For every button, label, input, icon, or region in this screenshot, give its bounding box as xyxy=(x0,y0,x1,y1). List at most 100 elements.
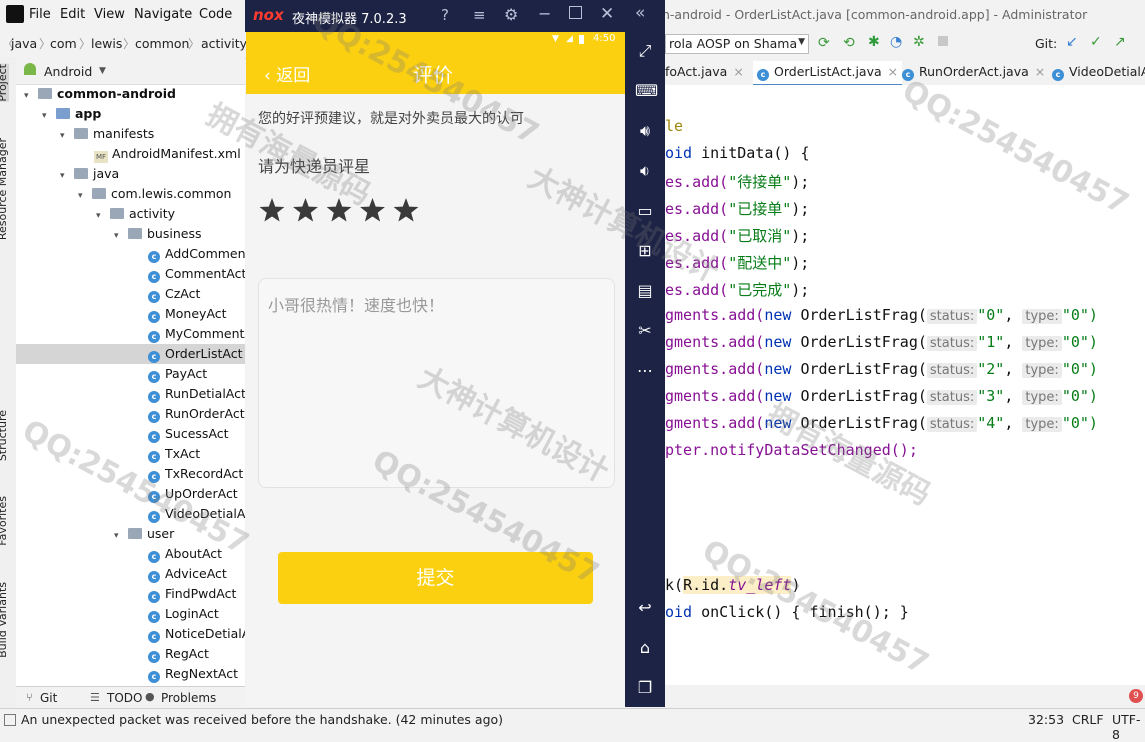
scissors-icon[interactable]: ✂ xyxy=(635,321,655,341)
menu-icon[interactable]: ≡ xyxy=(473,6,486,24)
star-rating[interactable] xyxy=(258,196,428,229)
tree-class[interactable]: c AddComment xyxy=(148,244,245,264)
volume-up-icon[interactable]: 🔊︎ xyxy=(635,121,655,141)
apk-install-icon[interactable]: ⊞ xyxy=(635,241,655,261)
star-icon[interactable] xyxy=(326,198,352,222)
profile-icon[interactable]: ◔ xyxy=(890,34,902,50)
back-nav-icon[interactable]: ↩ xyxy=(635,598,655,618)
star-icon[interactable] xyxy=(393,198,419,222)
breadcrumb-com[interactable]: com xyxy=(50,36,77,51)
tree-manifest-file[interactable]: MF AndroidManifest.xml xyxy=(94,144,241,164)
refresh-icon[interactable]: ⟳ xyxy=(818,35,830,51)
status-message[interactable]: An unexpected packet was received before… xyxy=(21,712,503,727)
tree-package[interactable]: ▾ com.lewis.common xyxy=(78,184,231,204)
tree-class[interactable]: c CzAct xyxy=(148,284,200,304)
tree-java[interactable]: ▾ java xyxy=(60,164,119,184)
breadcrumb-activity[interactable]: activity xyxy=(201,36,247,51)
tree-class[interactable]: c NoticeDetialA xyxy=(148,624,245,644)
close-icon[interactable]: × xyxy=(1035,64,1045,79)
tree-class[interactable]: c CommentAct xyxy=(148,264,245,284)
line-ending[interactable]: CRLF xyxy=(1072,712,1104,727)
tree-class[interactable]: c RunOrderAct xyxy=(148,404,245,424)
back-button[interactable]: ‹ 返回 xyxy=(264,61,310,86)
status-toggle-icon[interactable] xyxy=(4,714,16,726)
minimize-icon[interactable]: − xyxy=(538,4,551,23)
fullscreen-icon[interactable]: ⤢ xyxy=(635,41,655,61)
tree-class[interactable]: c RegAct xyxy=(148,644,209,664)
tool-tab-project[interactable]: Project xyxy=(0,64,9,102)
star-icon[interactable] xyxy=(360,198,385,222)
expand-icon[interactable]: ▾ xyxy=(42,106,52,126)
device-selector[interactable]: rola AOSP on Shama ▼ xyxy=(665,34,809,54)
menu-edit[interactable]: Edit xyxy=(60,7,85,22)
tab-orderlistact[interactable]: c OrderListAct.java × xyxy=(753,61,903,86)
rerun-icon[interactable]: ⟲ xyxy=(843,35,855,51)
tree-class[interactable]: c MoneyAct xyxy=(148,304,227,324)
tree-activity[interactable]: ▾ activity xyxy=(96,204,175,224)
tree-class[interactable]: c FindPwdAct xyxy=(148,584,236,604)
tree-app[interactable]: ▾ app xyxy=(42,104,101,124)
maximize-icon[interactable] xyxy=(569,6,582,19)
notification-badge[interactable]: 9 xyxy=(1129,689,1143,703)
tree-class[interactable]: c RunDetialAct xyxy=(148,384,245,404)
expand-icon[interactable]: ▾ xyxy=(78,186,88,206)
tool-tab-favorites[interactable]: Favorites xyxy=(0,496,9,546)
menu-file[interactable]: File xyxy=(29,7,51,22)
tab-runorderact[interactable]: c RunOrderAct.java × xyxy=(902,64,1045,81)
close-icon[interactable]: × xyxy=(733,64,743,79)
tool-git[interactable]: Git xyxy=(40,691,57,705)
volume-down-icon[interactable]: 🔉︎ xyxy=(635,161,655,181)
debug-icon[interactable]: ✱ xyxy=(868,34,880,50)
tree-class[interactable]: c MyCommentA xyxy=(148,324,245,344)
help-icon[interactable]: ? xyxy=(441,6,449,24)
breadcrumb-lewis[interactable]: lewis xyxy=(91,36,122,51)
recent-apps-icon[interactable]: ❐ xyxy=(635,678,655,698)
breadcrumb-common[interactable]: common xyxy=(135,36,189,51)
tree-class[interactable]: c PayAct xyxy=(148,364,207,384)
star-icon[interactable] xyxy=(259,198,285,222)
menu-navigate[interactable]: Navigate xyxy=(134,7,192,22)
tab-videodetialact[interactable]: c VideoDetialA xyxy=(1052,64,1145,81)
more-icon[interactable]: ⋯ xyxy=(635,361,655,381)
tool-problems[interactable]: Problems xyxy=(161,691,216,705)
tool-tab-build-variants[interactable]: Build Variants xyxy=(0,582,9,658)
comment-input[interactable]: 小哥很热情！速度也快！ xyxy=(258,278,615,488)
collapse-sidebar-icon[interactable]: « xyxy=(635,3,645,23)
tree-class[interactable]: c TxAct xyxy=(148,444,200,464)
expand-icon[interactable]: ▾ xyxy=(114,526,124,546)
tree-class[interactable]: c VideoDetialA xyxy=(148,504,245,524)
tree-business[interactable]: ▾ business xyxy=(114,224,201,244)
tree-class[interactable]: c AboutAct xyxy=(148,544,222,564)
project-view-selector[interactable]: Android xyxy=(44,64,92,79)
menu-view[interactable]: View xyxy=(94,7,125,22)
tree-class[interactable]: c SucessAct xyxy=(148,424,229,444)
tree-class[interactable]: c RegNextAct xyxy=(148,664,238,684)
git-commit-icon[interactable]: ✓ xyxy=(1090,34,1102,50)
expand-icon[interactable]: ▾ xyxy=(24,86,34,106)
git-update-icon[interactable]: ↙ xyxy=(1066,34,1078,50)
tree-class[interactable]: c UpOrderAct xyxy=(148,484,238,504)
breadcrumb-java[interactable]: java xyxy=(11,36,37,51)
toolbox-icon[interactable]: ▤ xyxy=(635,281,655,301)
screen-icon[interactable]: ▭ xyxy=(635,201,655,221)
menu-code[interactable]: Code xyxy=(199,7,232,22)
tree-class-selected[interactable]: c OrderListAct xyxy=(16,344,245,364)
close-icon[interactable]: × xyxy=(888,64,898,79)
chevron-down-icon[interactable]: ▼ xyxy=(99,66,106,76)
star-icon[interactable] xyxy=(293,198,318,222)
home-icon[interactable]: ⌂ xyxy=(635,638,655,658)
tree-class[interactable]: c AdviceAct xyxy=(148,564,227,584)
tool-todo[interactable]: TODO xyxy=(107,691,142,705)
tree-user[interactable]: ▾ user xyxy=(114,524,174,544)
tree-root[interactable]: ▾ common-android xyxy=(24,84,176,104)
expand-icon[interactable]: ▾ xyxy=(96,206,106,226)
tree-class[interactable]: c TxRecordAct xyxy=(148,464,243,484)
apply-changes-icon[interactable]: ✲ xyxy=(913,34,925,50)
git-push-icon[interactable]: ↗ xyxy=(1114,34,1126,50)
file-encoding[interactable]: UTF-8 xyxy=(1112,712,1145,742)
tab-infoact[interactable]: foAct.java × xyxy=(665,64,744,79)
settings-icon[interactable]: ⚙ xyxy=(504,5,518,24)
tool-tab-structure[interactable]: Structure xyxy=(0,410,9,461)
submit-button[interactable]: 提交 xyxy=(278,552,593,604)
tree-class[interactable]: c LoginAct xyxy=(148,604,219,624)
